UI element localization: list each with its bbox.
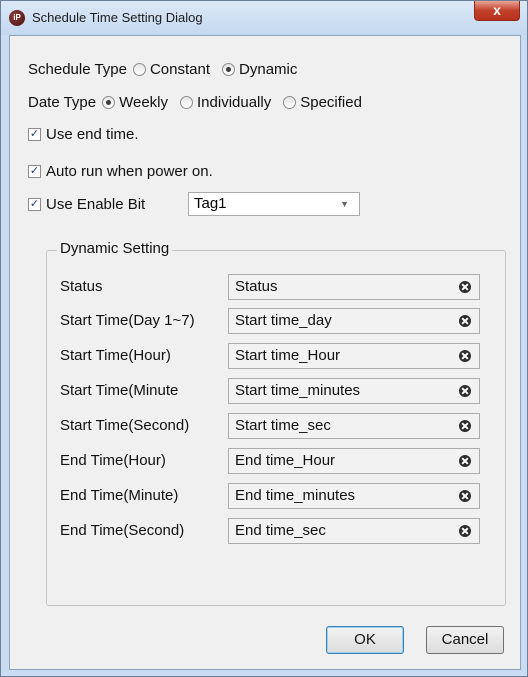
- end-minute-value: End time_minutes: [235, 487, 356, 504]
- radio-dynamic-label[interactable]: Dynamic: [239, 61, 297, 78]
- start-minute-field[interactable]: Start time_minutes: [228, 378, 480, 404]
- radio-individually-label[interactable]: Individually: [197, 94, 271, 111]
- schedule-type-row: Schedule Type Constant Dynamic: [28, 61, 297, 78]
- close-button[interactable]: x: [474, 1, 520, 21]
- end-hour-label: End Time(Hour): [60, 452, 166, 469]
- dialog-window: iP Schedule Time Setting Dialog x Schedu…: [0, 0, 528, 677]
- radio-individually[interactable]: [180, 96, 194, 109]
- radio-weekly-label[interactable]: Weekly: [119, 94, 168, 111]
- radio-weekly[interactable]: [102, 96, 116, 109]
- start-day-field[interactable]: Start time_day: [228, 308, 480, 334]
- window-title: Schedule Time Setting Dialog: [32, 10, 203, 25]
- end-second-value: End time_sec: [235, 522, 326, 539]
- enable-bit-label[interactable]: Use Enable Bit: [46, 196, 145, 213]
- start-second-label: Start Time(Second): [60, 417, 190, 434]
- enable-bit-checkbox[interactable]: ✓: [28, 198, 41, 211]
- title-bar[interactable]: iP Schedule Time Setting Dialog x: [1, 1, 527, 35]
- end-second-field[interactable]: End time_sec: [228, 518, 480, 544]
- start-hour-field[interactable]: Start time_Hour: [228, 343, 480, 369]
- chevron-down-icon[interactable]: ▼: [340, 193, 349, 215]
- enable-bit-tag-value: Tag1: [194, 195, 227, 212]
- radio-specified-label[interactable]: Specified: [300, 94, 362, 111]
- auto-run-label[interactable]: Auto run when power on.: [46, 163, 213, 180]
- use-end-time-row: ✓ Use end time.: [28, 126, 139, 143]
- auto-run-checkbox[interactable]: ✓: [28, 165, 41, 178]
- dialog-body: Schedule Type Constant Dynamic Date Type…: [9, 35, 521, 670]
- status-field[interactable]: Status: [228, 274, 480, 300]
- end-hour-field[interactable]: End time_Hour: [228, 448, 480, 474]
- end-second-label: End Time(Second): [60, 522, 185, 539]
- enable-bit-row: ✓ Use Enable Bit: [28, 196, 145, 213]
- clear-icon[interactable]: [459, 420, 471, 432]
- date-type-label: Date Type: [28, 94, 97, 111]
- auto-run-row: ✓ Auto run when power on.: [28, 163, 213, 180]
- status-value: Status: [235, 278, 278, 295]
- radio-specified[interactable]: [283, 96, 297, 109]
- clear-icon[interactable]: [459, 525, 471, 537]
- start-hour-value: Start time_Hour: [235, 347, 341, 364]
- radio-constant[interactable]: [132, 63, 146, 76]
- clear-icon[interactable]: [459, 281, 471, 293]
- clear-icon[interactable]: [459, 315, 471, 327]
- schedule-type-label: Schedule Type: [28, 61, 127, 78]
- enable-bit-tag-select[interactable]: Tag1 ▼: [188, 192, 360, 216]
- app-icon: iP: [9, 10, 25, 26]
- clear-icon[interactable]: [459, 490, 471, 502]
- end-minute-label: End Time(Minute): [60, 487, 179, 504]
- cancel-button[interactable]: Cancel: [426, 626, 504, 654]
- dynamic-setting-title: Dynamic Setting: [57, 240, 173, 257]
- end-minute-field[interactable]: End time_minutes: [228, 483, 480, 509]
- radio-dynamic[interactable]: [222, 63, 236, 76]
- clear-icon[interactable]: [459, 385, 471, 397]
- start-hour-label: Start Time(Hour): [60, 347, 171, 364]
- radio-constant-label[interactable]: Constant: [150, 61, 210, 78]
- dynamic-setting-group: Dynamic Setting Status Status Start Time…: [46, 240, 506, 606]
- start-minute-value: Start time_minutes: [235, 382, 361, 399]
- start-second-value: Start time_sec: [235, 417, 331, 434]
- clear-icon[interactable]: [459, 455, 471, 467]
- status-label: Status: [60, 278, 103, 295]
- end-hour-value: End time_Hour: [235, 452, 336, 469]
- start-second-field[interactable]: Start time_sec: [228, 413, 480, 439]
- start-minute-label: Start Time(Minute: [60, 382, 179, 399]
- clear-icon[interactable]: [459, 350, 471, 362]
- date-type-row: Date Type Weekly Individually Specified: [28, 94, 362, 111]
- start-day-value: Start time_day: [235, 312, 332, 329]
- ok-button[interactable]: OK: [326, 626, 404, 654]
- use-end-time-label[interactable]: Use end time.: [46, 126, 139, 143]
- use-end-time-checkbox[interactable]: ✓: [28, 128, 41, 141]
- start-day-label: Start Time(Day 1~7): [60, 312, 195, 329]
